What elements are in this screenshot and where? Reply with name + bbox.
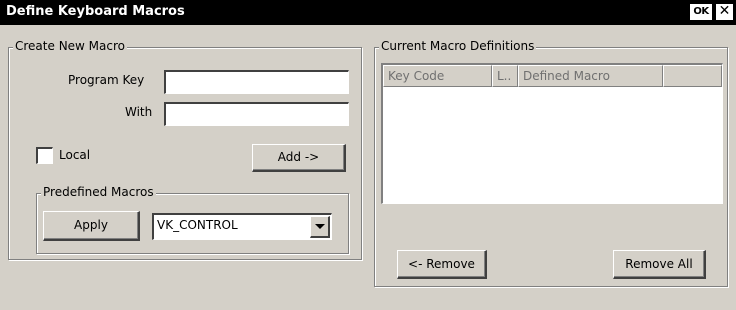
apply-button[interactable]: Apply <box>43 211 140 241</box>
add-button[interactable]: Add -> <box>252 144 346 172</box>
remove-button[interactable]: <- Remove <box>397 250 487 279</box>
predefined-macro-value: VK_CONTROL <box>157 218 238 232</box>
chevron-down-icon[interactable] <box>310 216 330 238</box>
predefined-macro-select[interactable]: VK_CONTROL <box>152 213 332 240</box>
current-macro-definitions-legend: Current Macro Definitions <box>379 39 537 53</box>
macro-definitions-list[interactable]: Key Code L.. Defined Macro <box>381 63 723 204</box>
column-header-filler <box>663 65 722 87</box>
window-title: Define Keyboard Macros <box>6 4 185 19</box>
program-key-input[interactable] <box>164 70 349 94</box>
predefined-macros-legend: Predefined Macros <box>41 185 156 199</box>
local-checkbox[interactable] <box>36 147 53 164</box>
with-input[interactable] <box>164 102 349 126</box>
column-header-key-code[interactable]: Key Code <box>383 65 492 87</box>
remove-all-button[interactable]: Remove All <box>613 250 706 279</box>
program-key-label: Program Key <box>68 73 145 87</box>
local-label[interactable]: Local <box>59 148 90 162</box>
column-header-local[interactable]: L.. <box>492 65 518 87</box>
with-label: With <box>125 105 153 119</box>
ok-button[interactable]: OK <box>690 4 712 20</box>
title-bar[interactable]: Define Keyboard Macros OK ✕ <box>0 0 736 25</box>
close-icon[interactable]: ✕ <box>716 4 733 20</box>
define-keyboard-macros-dialog: Define Keyboard Macros OK ✕ Create New M… <box>0 0 736 310</box>
column-header-defined-macro[interactable]: Defined Macro <box>518 65 663 87</box>
list-header: Key Code L.. Defined Macro <box>383 65 722 87</box>
create-new-macro-legend: Create New Macro <box>13 39 127 53</box>
